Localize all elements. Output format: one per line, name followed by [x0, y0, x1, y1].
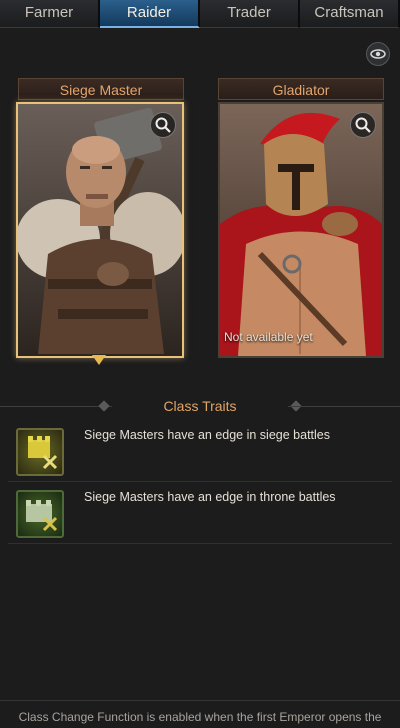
- siege-master-card[interactable]: [16, 102, 184, 358]
- siege-master-zoom-button[interactable]: [150, 112, 176, 138]
- tab-farmer[interactable]: Farmer: [0, 0, 100, 28]
- siege-trait-icon[interactable]: [16, 428, 64, 476]
- trait-row-throne: Siege Masters have an edge in throne bat…: [8, 484, 392, 544]
- tab-trader[interactable]: Trader: [200, 0, 300, 28]
- gladiator-title: Gladiator: [218, 78, 384, 100]
- tab-raider[interactable]: Raider: [100, 0, 200, 28]
- trait-text-throne: Siege Masters have an edge in throne bat…: [84, 490, 336, 504]
- throne-trait-icon[interactable]: [16, 490, 64, 538]
- class-change-footer-note: Class Change Function is enabled when th…: [18, 710, 382, 724]
- magnifier-icon: [355, 117, 371, 133]
- eye-icon: [370, 49, 386, 59]
- not-available-label: Not available yet: [224, 330, 313, 344]
- magnifier-icon: [155, 117, 171, 133]
- gladiator-zoom-button[interactable]: [350, 112, 376, 138]
- siege-master-title: Siege Master: [18, 78, 184, 100]
- trait-row-siege: Siege Masters have an edge in siege batt…: [8, 422, 392, 482]
- preview-eye-button[interactable]: [366, 42, 390, 66]
- footer-divider: [0, 700, 400, 701]
- divider-diamond-left: [98, 400, 110, 412]
- tab-craftsman[interactable]: Craftsman: [300, 0, 400, 28]
- class-tab-bar: Farmer Raider Trader Craftsman: [0, 0, 400, 28]
- siege-master-portrait: [18, 104, 182, 356]
- selected-marker-icon: [92, 355, 106, 365]
- gladiator-card[interactable]: Not available yet: [218, 102, 384, 358]
- traits-divider-left: [0, 406, 112, 407]
- traits-divider-right: [288, 406, 400, 407]
- trait-text-siege: Siege Masters have an edge in siege batt…: [84, 428, 330, 442]
- gladiator-portrait: [220, 104, 382, 356]
- class-traits-title: Class Traits: [163, 398, 237, 414]
